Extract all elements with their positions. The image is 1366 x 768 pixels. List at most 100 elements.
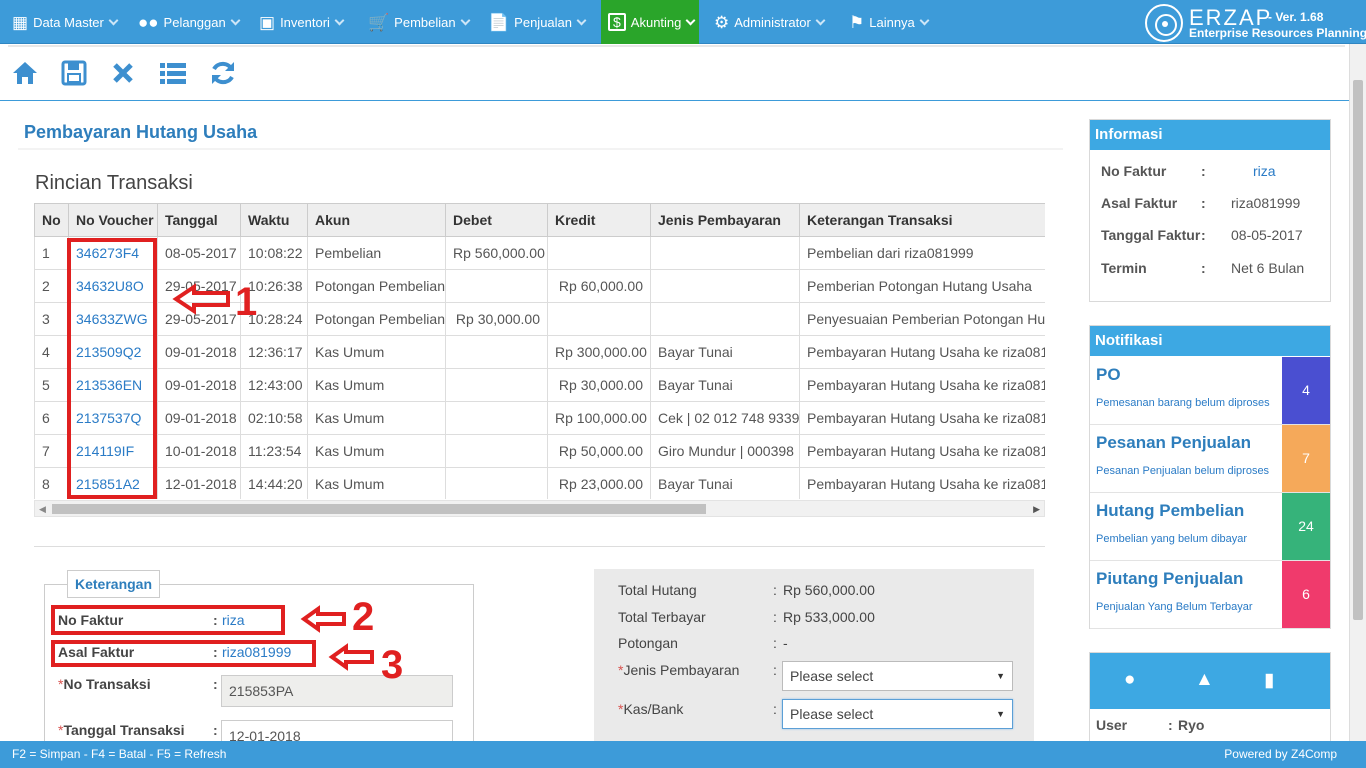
- notif-item[interactable]: Piutang Penjualan Penjualan Yang Belum Te…: [1090, 561, 1330, 629]
- table-row[interactable]: 6 2137537Q 09-01-2018 02:10:58 Kas Umum Rp 10…: [34, 401, 1045, 435]
- table-header-row: No No Voucher Tanggal Waktu Akun Debet Kredit J…: [34, 203, 1045, 237]
- table-cell: 09-01-2018: [157, 368, 241, 402]
- notif-desc[interactable]: Penjualan Yang Belum Terbayar: [1096, 601, 1253, 613]
- column-header[interactable]: Debet: [445, 203, 548, 237]
- annotation-arrow-3-icon: [328, 643, 374, 671]
- column-header[interactable]: Waktu: [240, 203, 308, 237]
- notif-count-badge[interactable]: 7: [1282, 425, 1330, 492]
- info-termin-value: Net 6 Bulan: [1231, 260, 1305, 276]
- brand-logo-area: ERZAP - Ver. 1.68 Enterprise Resources P…: [1145, 4, 1366, 42]
- home-icon[interactable]: [10, 59, 40, 89]
- table-cell: 12:36:17: [240, 335, 308, 369]
- notifikasi-box: Notifikasi PO Pemesanan barang belum dipr…: [1089, 325, 1331, 629]
- close-icon[interactable]: [108, 59, 138, 89]
- table-cell: Rp 30,000.00: [445, 302, 548, 336]
- cart-icon: 🛒: [368, 12, 390, 32]
- save-icon[interactable]: [59, 59, 89, 89]
- table-cell: 3: [34, 302, 69, 336]
- horizontal-scrollbar[interactable]: ◀ ▶: [34, 500, 1045, 517]
- table-row[interactable]: 8 215851A2 12-01-2018 14:44:20 Kas Umum Rp 23…: [34, 467, 1045, 499]
- money-icon: $: [608, 13, 626, 31]
- notif-item[interactable]: Hutang Pembelian Pembelian yang belum dib…: [1090, 493, 1330, 561]
- table-cell: 14:44:20: [240, 467, 308, 499]
- toolbar-top-line: [8, 45, 1345, 47]
- table-cell: Pembayaran Hutang Usaha ke riza081999: [799, 467, 1045, 499]
- nav-label: Pembelian: [394, 14, 456, 30]
- file-icon[interactable]: ▮: [1264, 669, 1274, 692]
- informasi-box: Informasi No Faktur : riza Asal Faktur :…: [1089, 119, 1331, 302]
- table-cell: Rp 60,000.00: [547, 269, 651, 303]
- table-cell: [650, 236, 800, 270]
- list-icon[interactable]: [158, 59, 188, 89]
- notif-item[interactable]: Pesanan Penjualan Pesanan Penjualan belum…: [1090, 425, 1330, 493]
- scroll-right-arrow-icon[interactable]: ▶: [1033, 504, 1040, 515]
- table-row[interactable]: 5 213536EN 09-01-2018 12:43:00 Kas Umum Rp 30…: [34, 368, 1045, 402]
- nav-administrator[interactable]: ⚙ Administrator: [714, 0, 826, 44]
- chevron-down-icon: [230, 15, 241, 25]
- notif-title[interactable]: Hutang Pembelian: [1096, 501, 1244, 521]
- scrollbar-thumb[interactable]: [1353, 80, 1363, 620]
- notif-count-badge[interactable]: 6: [1282, 561, 1330, 628]
- table-cell: Penyesuaian Pemberian Potongan Hutang Us…: [799, 302, 1045, 336]
- table-cell: Rp 30,000.00: [547, 368, 651, 402]
- bell-icon[interactable]: ▲: [1195, 669, 1214, 691]
- nav-pelanggan[interactable]: ●● Pelanggan: [138, 0, 241, 44]
- notif-count-badge[interactable]: 4: [1282, 357, 1330, 424]
- chevron-down-icon: [576, 15, 587, 25]
- brand-subtitle: Enterprise Resources Planning: [1189, 26, 1366, 40]
- notif-item[interactable]: PO Pemesanan barang belum diproses 4: [1090, 357, 1330, 425]
- column-header[interactable]: Tanggal: [157, 203, 241, 237]
- tanggal-transaksi-label: *Tanggal Transaksi: [58, 722, 185, 738]
- nav-penjualan[interactable]: 📄 Penjualan: [488, 0, 587, 44]
- table-cell: 12-01-2018: [157, 467, 241, 499]
- nav-label: Data Master: [33, 14, 104, 30]
- nav-label: Lainnya: [869, 14, 915, 30]
- refresh-icon[interactable]: [208, 59, 238, 89]
- table-cell: Rp 560,000.00: [445, 236, 548, 270]
- column-header[interactable]: Akun: [307, 203, 446, 237]
- notif-desc[interactable]: Pemesanan barang belum diproses: [1096, 397, 1270, 409]
- colon: :: [773, 582, 777, 598]
- column-header[interactable]: No: [34, 203, 69, 237]
- nav-pembelian[interactable]: 🛒 Pembelian: [368, 0, 471, 44]
- notif-title[interactable]: PO: [1096, 365, 1121, 385]
- notifikasi-list: PO Pemesanan barang belum diproses 4 Pesana…: [1090, 357, 1330, 629]
- column-header[interactable]: No Voucher: [68, 203, 158, 237]
- scroll-left-arrow-icon[interactable]: ◀: [39, 504, 46, 515]
- info-no-faktur-value[interactable]: riza: [1253, 163, 1276, 179]
- total-hutang-value: Rp 560,000.00: [783, 582, 875, 598]
- table-row[interactable]: 7 214119IF 10-01-2018 11:23:54 Kas Umum Rp 50…: [34, 434, 1045, 468]
- section-title: Rincian Transaksi: [35, 172, 193, 194]
- document-icon: 📄: [488, 12, 510, 32]
- no-transaksi-input[interactable]: 215853PA: [221, 675, 453, 707]
- chevron-down-icon: [685, 15, 696, 25]
- table-row[interactable]: 1 346273F4 08-05-2017 10:08:22 Pembelian Rp 5…: [34, 236, 1045, 270]
- nav-data-master[interactable]: ▦ Data Master: [12, 0, 119, 44]
- kas-bank-select[interactable]: Please select: [782, 699, 1013, 729]
- notif-title[interactable]: Pesanan Penjualan: [1096, 433, 1251, 453]
- table-row[interactable]: 4 213509Q2 09-01-2018 12:36:17 Kas Umum Rp 30…: [34, 335, 1045, 369]
- table-cell: Rp 100,000.00: [547, 401, 651, 435]
- notif-desc[interactable]: Pesanan Penjualan belum diproses: [1096, 465, 1269, 477]
- user-icon[interactable]: ●: [1124, 669, 1135, 691]
- nav-akunting[interactable]: $ Akunting: [601, 0, 699, 44]
- jenis-pembayaran-select[interactable]: Please select: [782, 661, 1013, 691]
- no-transaksi-label: *No Transaksi: [58, 676, 151, 692]
- hscroll-thumb[interactable]: [52, 504, 706, 514]
- informasi-title: Informasi: [1090, 120, 1330, 150]
- annotation-box-voucher: [67, 238, 157, 499]
- column-header[interactable]: Jenis Pembayaran: [650, 203, 800, 237]
- nav-inventori[interactable]: ▣ Inventori: [259, 0, 345, 44]
- nav-lainnya[interactable]: ⚑ Lainnya: [849, 0, 930, 44]
- notif-desc[interactable]: Pembelian yang belum dibayar: [1096, 533, 1247, 545]
- table-cell: Potongan Pembelian: [307, 269, 446, 303]
- table-cell: Pembelian dari riza081999: [799, 236, 1045, 270]
- colon: :: [773, 701, 777, 717]
- notif-count-badge[interactable]: 24: [1282, 493, 1330, 560]
- column-header[interactable]: Kredit: [547, 203, 651, 237]
- colon: :: [213, 722, 218, 738]
- column-header[interactable]: Keterangan Transaksi: [799, 203, 1045, 237]
- footer-shortcuts: F2 = Simpan - F4 = Batal - F5 = Refresh: [12, 747, 227, 761]
- notif-title[interactable]: Piutang Penjualan: [1096, 569, 1243, 589]
- vertical-scrollbar[interactable]: [1349, 44, 1366, 741]
